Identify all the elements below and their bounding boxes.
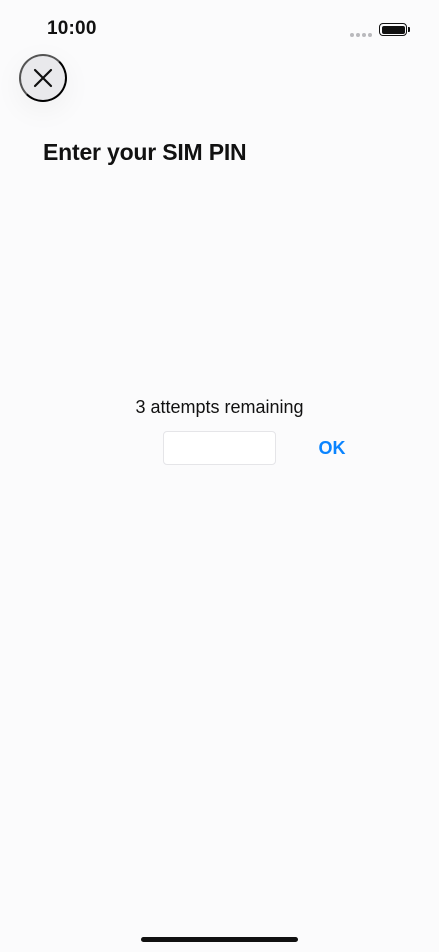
status-time: 10:00 — [47, 18, 97, 39]
sim-pin-input[interactable] — [163, 431, 276, 465]
page-title: Enter your SIM PIN — [43, 139, 247, 165]
ok-button[interactable]: OK — [308, 433, 356, 463]
signal-icon — [350, 33, 372, 37]
status-bar: 10:00 — [0, 0, 439, 60]
attempts-remaining-text: 3 attempts remaining — [135, 397, 304, 417]
close-button[interactable] — [19, 54, 67, 102]
close-icon — [33, 68, 53, 88]
home-indicator[interactable] — [141, 937, 298, 942]
battery-icon — [379, 23, 410, 36]
